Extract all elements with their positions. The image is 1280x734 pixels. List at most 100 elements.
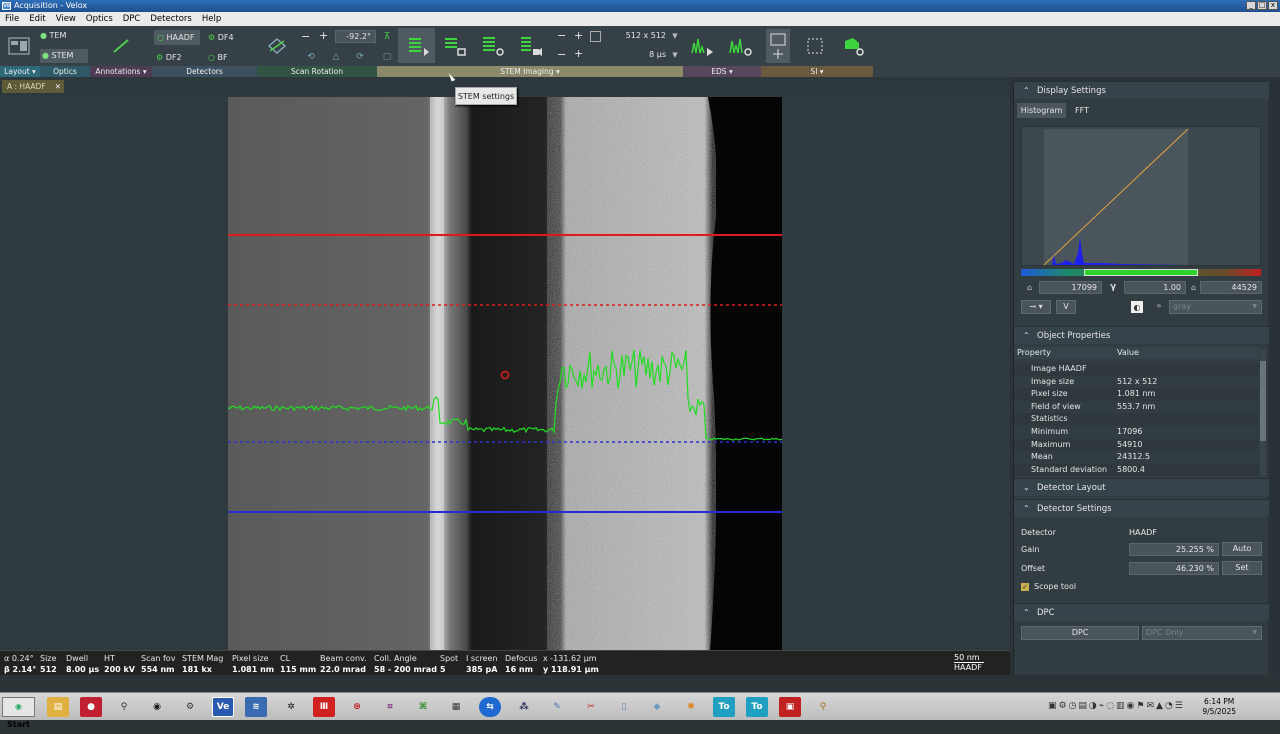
dwell-dropdown-icon[interactable]: ▼ [671, 50, 679, 60]
tools-app-icon[interactable]: ⚙ [179, 697, 201, 717]
group-layout[interactable]: Layout ▾ [0, 66, 40, 77]
scope-app-icon[interactable]: ⚲ [812, 697, 834, 717]
dwell-time-field[interactable]: 8 µs [606, 49, 670, 62]
tem-mode-button[interactable]: ● TEM [40, 31, 95, 45]
property-row[interactable]: Field of view 553.7 nm [1014, 401, 1259, 414]
frame-square-icon[interactable] [590, 31, 601, 42]
rotation-angle-field[interactable]: -92.2° [335, 30, 376, 43]
frame-size-dropdown-icon[interactable]: ▼ [671, 31, 679, 41]
stem-mode-button[interactable]: ● STEM [40, 49, 88, 63]
menu-optics[interactable]: Optics [81, 12, 118, 26]
network-app-icon[interactable]: ⌘ [412, 697, 434, 717]
start-button[interactable]: ◉ Start [2, 697, 35, 729]
record-app-icon[interactable]: ● [80, 697, 102, 717]
frame-size-minus-button[interactable]: − [557, 29, 566, 42]
frame-size-plus-button[interactable]: + [574, 29, 583, 42]
haadf-detector-button[interactable]: ○ HAADF [154, 30, 200, 45]
close-window-button[interactable]: x [1268, 1, 1278, 10]
group-detectors[interactable]: Detectors [152, 66, 257, 77]
layout-icon[interactable] [8, 36, 30, 56]
properties-scrollbar[interactable] [1260, 349, 1266, 475]
si-selection-icon[interactable] [805, 36, 825, 56]
acquire-scan-icon[interactable] [478, 34, 506, 58]
gamma-field[interactable]: 1.00 [1124, 281, 1186, 294]
menu-file[interactable]: File [0, 12, 24, 26]
dpc-mode-select[interactable]: DPC Only ▼ [1142, 626, 1262, 640]
python-icon[interactable]: ≋ [245, 697, 267, 717]
rotation-plus-button[interactable]: + [319, 29, 328, 42]
dwell-plus-button[interactable]: + [574, 47, 583, 60]
pdf-app-icon[interactable]: ▣ [779, 697, 801, 717]
teamviewer-icon[interactable]: ⇆ [479, 697, 501, 717]
rotate-right-icon[interactable]: ⟳ [354, 51, 366, 63]
property-row[interactable]: Pixel size 1.081 nm [1014, 388, 1259, 401]
minimize-button[interactable]: _ [1246, 1, 1256, 10]
explorer-icon[interactable]: ▤ [47, 697, 69, 717]
display-settings-header[interactable]: ⌃ Display Settings [1014, 81, 1269, 99]
gain-field[interactable]: 25.255 % [1129, 543, 1219, 556]
max-lock-icon[interactable]: ⌂ [1189, 283, 1198, 292]
menu-view[interactable]: View [51, 12, 81, 26]
property-row[interactable]: Image HAADF [1014, 363, 1259, 376]
record-video-icon[interactable] [516, 34, 544, 58]
dots-app-icon[interactable]: ⁂ [513, 697, 535, 717]
preview-scan-icon[interactable] [440, 34, 468, 58]
scan-rotation-icon[interactable] [265, 36, 289, 56]
link-icon[interactable]: ⚭ [1153, 301, 1165, 313]
v-button[interactable]: V [1056, 300, 1076, 314]
property-row[interactable]: Maximum 54910 [1014, 438, 1259, 452]
velox-taskbar-icon[interactable]: Ve [212, 697, 234, 717]
checkbox-icon[interactable]: ▢ [381, 51, 393, 63]
close-tab-icon[interactable]: ✕ [55, 80, 61, 93]
microscope-icon[interactable]: ⚲ [113, 697, 135, 717]
menu-dpc[interactable]: DPC [118, 12, 146, 26]
haadf-image[interactable] [228, 97, 782, 650]
property-row[interactable]: Standard deviation 5800.4 [1014, 463, 1259, 477]
offset-field[interactable]: 46.230 % [1129, 562, 1219, 575]
histogram-max-field[interactable]: 44529 [1200, 281, 1262, 294]
system-tray[interactable]: ▣⚙◷▤◑⌁◌▥◉⚑✉▲◔☰ [1048, 701, 1218, 713]
bf-detector-button[interactable]: ○ BF [208, 52, 228, 63]
histogram-plot[interactable] [1021, 126, 1261, 266]
rotate-left-icon[interactable]: ⟲ [305, 51, 317, 63]
taskbar-clock[interactable]: 6:14 PM 9/5/2025 [1202, 697, 1236, 717]
object-properties-header[interactable]: ⌃ Object Properties [1014, 326, 1269, 344]
color-range-bar[interactable] [1021, 269, 1261, 276]
range-selection[interactable] [1084, 269, 1198, 276]
right-panel-scrollbar[interactable] [1270, 81, 1280, 675]
search-scan-button[interactable] [398, 28, 435, 63]
gear-app-icon[interactable]: ✲ [280, 697, 302, 717]
to-app-icon-2[interactable]: To [746, 697, 768, 717]
eds-spectrum-icon[interactable] [690, 34, 716, 58]
menu-help[interactable]: Help [197, 12, 226, 26]
stage-app-icon[interactable]: ⌗ [379, 697, 401, 717]
offset-set-button[interactable]: Set [1222, 561, 1262, 575]
menu-edit[interactable]: Edit [24, 12, 50, 26]
lifebuoy-icon[interactable]: ⊛ [346, 697, 368, 717]
color-picker-icon[interactable]: ◐ [1131, 301, 1143, 313]
rotate-center-icon[interactable]: △ [330, 51, 342, 63]
tab-fft[interactable]: FFT [1070, 103, 1094, 118]
eds-acquire-icon[interactable] [728, 34, 754, 58]
menu-detectors[interactable]: Detectors [145, 12, 196, 26]
pencil-app-icon[interactable]: ✎ [546, 697, 568, 717]
target-app-icon[interactable]: ◉ [146, 697, 168, 717]
tab-histogram[interactable]: Histogram [1017, 103, 1066, 118]
tab-a-haadf[interactable]: A : HAADF ✕ [2, 80, 64, 93]
group-annotations[interactable]: Annotations ▾ [90, 66, 152, 77]
document-app-icon[interactable]: ▯ [613, 697, 635, 717]
scope-tool-checkbox[interactable]: ✓ [1021, 583, 1029, 591]
min-lock-icon[interactable]: ⌂ [1025, 283, 1034, 292]
to-app-icon-1[interactable]: To [713, 697, 735, 717]
si-acquire-icon[interactable] [840, 34, 866, 58]
group-optics[interactable]: Optics [40, 66, 90, 77]
eraser-app-icon[interactable]: ◆ [646, 697, 668, 717]
dwell-minus-button[interactable]: − [557, 48, 566, 61]
scissors-app-icon[interactable]: ✂ [580, 697, 602, 717]
maximize-button[interactable]: □ [1257, 1, 1267, 10]
group-scan-rotation[interactable]: Scan Rotation [257, 66, 377, 77]
sun-app-icon[interactable]: ✺ [680, 697, 702, 717]
group-si[interactable]: SI ▾ [761, 66, 873, 77]
dpc-button[interactable]: DPC [1021, 626, 1139, 640]
histogram-min-field[interactable]: 17099 [1039, 281, 1102, 294]
